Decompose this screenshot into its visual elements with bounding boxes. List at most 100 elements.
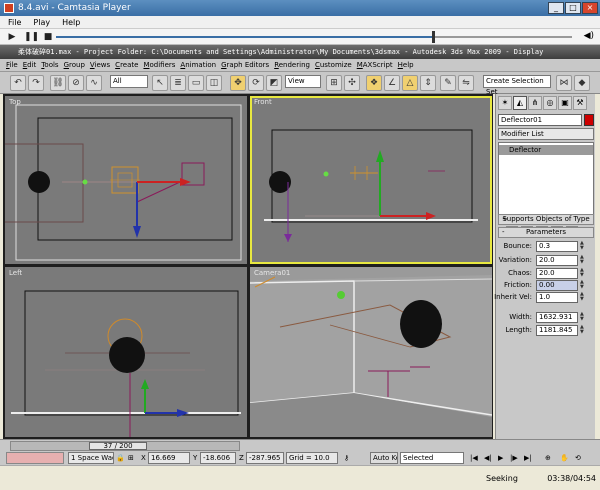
param-length-input[interactable]: 1181.845	[536, 325, 578, 336]
param-inherit-vel-input[interactable]: 1.0	[536, 292, 578, 303]
orbit-icon[interactable]: ⟲	[575, 452, 581, 464]
angle-snap-icon[interactable]: ∠	[384, 75, 400, 91]
spinner-snap-icon[interactable]: ⇕	[420, 75, 436, 91]
rollout-parameters[interactable]: - Parameters	[498, 227, 594, 238]
param-bounce-input[interactable]: 0.3	[536, 241, 578, 252]
spinner-icon[interactable]: ▲ ▼	[580, 268, 586, 279]
max-menu-customize[interactable]: Customize	[315, 61, 352, 69]
viewport-camera-label[interactable]: Camera01	[254, 269, 290, 277]
max-menu-group[interactable]: Group	[64, 61, 85, 69]
player-menu-help[interactable]: Help	[62, 18, 80, 27]
select-rotate-icon[interactable]: ⟳	[248, 75, 264, 91]
param-width-input[interactable]: 1632.931	[536, 312, 578, 323]
max-menu-animation[interactable]: Animation	[180, 61, 216, 69]
spinner-icon[interactable]: ▲ ▼	[580, 325, 586, 336]
reference-coordinate-dropdown[interactable]: View	[285, 75, 321, 88]
viewport-camera[interactable]: Camera01	[250, 267, 492, 437]
maxscript-listener[interactable]	[6, 452, 64, 464]
player-seek-bar[interactable]	[56, 31, 572, 43]
object-name-field[interactable]: Deflector01	[498, 114, 582, 126]
viewport-left-label[interactable]: Left	[9, 269, 22, 277]
auto-key-button[interactable]: Auto Key	[370, 452, 398, 464]
snap-toggle-icon[interactable]: ❖	[366, 75, 382, 91]
viewport-front[interactable]: Front	[250, 96, 492, 264]
max-menu-create[interactable]: Create	[115, 61, 138, 69]
param-chaos-input[interactable]: 20.0	[536, 268, 578, 279]
select-manipulate-icon[interactable]: ✣	[344, 75, 360, 91]
z-coordinate-field[interactable]: -287.965	[246, 452, 284, 464]
absolute-mode-icon[interactable]: ⊞	[128, 452, 140, 464]
select-scale-icon[interactable]: ◩	[266, 75, 282, 91]
viewport-left[interactable]: Left	[5, 267, 247, 437]
link-icon[interactable]: ⛓	[50, 75, 66, 91]
modify-tab-icon[interactable]: ◭	[513, 96, 527, 110]
modifier-stack-item[interactable]: Deflector	[499, 145, 593, 155]
player-menu-play[interactable]: Play	[33, 18, 50, 27]
mirror-tool-icon[interactable]: ⋈	[556, 75, 572, 91]
viewport-top-label[interactable]: Top	[9, 98, 21, 106]
max-menu-tools[interactable]: Tools	[41, 61, 58, 69]
pivot-center-icon[interactable]: ⊞	[326, 75, 342, 91]
object-color-swatch[interactable]	[584, 114, 594, 126]
stop-icon[interactable]: ■	[42, 32, 54, 42]
unlink-icon[interactable]: ⊘	[68, 75, 84, 91]
selection-filter-dropdown[interactable]: All	[110, 75, 148, 88]
align-icon[interactable]: ◆	[574, 75, 590, 91]
spinner-icon[interactable]: ▲ ▼	[580, 312, 586, 323]
max-menu-modifiers[interactable]: Modifiers	[143, 61, 175, 69]
key-filter-dropdown[interactable]: Selected	[400, 452, 464, 464]
player-seek-thumb[interactable]	[431, 31, 435, 43]
play-icon[interactable]: ▶	[6, 32, 18, 42]
edit-named-selection-icon[interactable]: ✎	[440, 75, 456, 91]
select-by-name-icon[interactable]: ≣	[170, 75, 186, 91]
redo-icon[interactable]: ↷	[28, 75, 44, 91]
param-friction-input[interactable]: 0.00	[536, 280, 578, 291]
go-to-end-icon[interactable]: ▶|	[524, 452, 532, 464]
window-crossing-icon[interactable]: ◫	[206, 75, 222, 91]
max-menu-help[interactable]: Help	[398, 61, 414, 69]
key-icon[interactable]: ⚷	[344, 452, 362, 464]
select-move-icon[interactable]: ✥	[230, 75, 246, 91]
param-variation-input[interactable]: 20.0	[536, 255, 578, 266]
viewport-front-label[interactable]: Front	[254, 98, 272, 106]
named-selection-set-dropdown[interactable]: Create Selection Set	[483, 75, 551, 96]
modifier-stack[interactable]: Deflector	[498, 142, 594, 222]
x-coordinate-field[interactable]: 16.669	[148, 452, 190, 464]
max-menu-views[interactable]: Views	[90, 61, 110, 69]
zoom-icon[interactable]: ⊕	[545, 452, 551, 464]
motion-tab-icon[interactable]: ◎	[543, 96, 557, 110]
display-tab-icon[interactable]: ▣	[558, 96, 572, 110]
spinner-icon[interactable]: ▲ ▼	[580, 255, 586, 266]
pan-icon[interactable]: ✋	[560, 452, 569, 464]
maximize-button[interactable]: □	[565, 2, 581, 14]
spinner-icon[interactable]: ▲ ▼	[580, 292, 586, 303]
percent-snap-icon[interactable]: △	[402, 75, 418, 91]
bind-spacewarp-icon[interactable]: ∿	[86, 75, 102, 91]
max-menu-graph-editors[interactable]: Graph Editors	[221, 61, 269, 69]
hierarchy-tab-icon[interactable]: ⋔	[528, 96, 542, 110]
mirror-icon[interactable]: ⇋	[458, 75, 474, 91]
select-object-icon[interactable]: ↖	[152, 75, 168, 91]
spinner-icon[interactable]: ▲ ▼	[580, 280, 586, 291]
next-frame-icon[interactable]: |▶	[510, 452, 518, 464]
modifier-list-dropdown[interactable]: Modifier List	[498, 128, 594, 140]
y-coordinate-field[interactable]: -18.606	[200, 452, 236, 464]
play-animation-icon[interactable]: ▶	[498, 452, 503, 464]
rollout-supports-objects[interactable]: + Supports Objects of Type	[498, 214, 594, 225]
minimize-button[interactable]: _	[548, 2, 564, 14]
utilities-tab-icon[interactable]: ⚒	[573, 96, 587, 110]
max-menu-maxscript[interactable]: MAXScript	[357, 61, 393, 69]
max-menu-edit[interactable]: Edit	[23, 61, 37, 69]
pause-icon[interactable]: ❚❚	[24, 32, 39, 42]
volume-icon[interactable]: ◀)	[584, 31, 594, 41]
spinner-icon[interactable]: ▲ ▼	[580, 241, 586, 252]
create-tab-icon[interactable]: ✶	[498, 96, 512, 110]
max-menu-rendering[interactable]: Rendering	[274, 61, 310, 69]
viewport-top[interactable]: Top	[5, 96, 247, 264]
max-menu-file[interactable]: File	[6, 61, 18, 69]
go-to-start-icon[interactable]: |◀	[470, 452, 478, 464]
previous-frame-icon[interactable]: ◀|	[484, 452, 492, 464]
time-slider[interactable]: 37 / 200	[10, 441, 240, 451]
player-menu-file[interactable]: File	[8, 18, 21, 27]
time-slider-thumb[interactable]: 37 / 200	[89, 442, 147, 450]
